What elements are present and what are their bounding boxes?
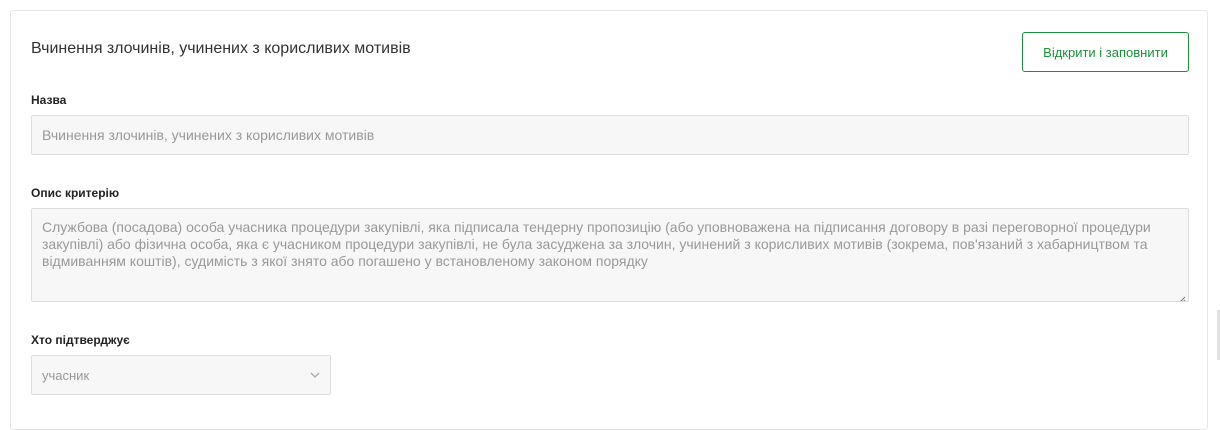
confirmed-by-label: Хто підтверджує	[31, 333, 130, 347]
description-text: Службова (посадова) особа учасника проце…	[42, 219, 1151, 269]
resize-handle-icon[interactable]	[1178, 291, 1186, 301]
name-label: Назва	[31, 93, 67, 107]
confirmed-by-value: учасник	[42, 367, 90, 383]
confirmed-by-select[interactable]: учасник	[31, 355, 331, 395]
description-label: Опис критерію	[31, 186, 120, 200]
name-field[interactable]: Вчинення злочинів, учинених з корисливих…	[31, 115, 1189, 155]
chevron-down-icon	[310, 370, 320, 380]
description-textarea[interactable]: Службова (посадова) особа учасника проце…	[31, 208, 1189, 302]
criterion-title: Вчинення злочинів, учинених з корисливих…	[31, 40, 411, 57]
criterion-card: Вчинення злочинів, учинених з корисливих…	[10, 10, 1208, 430]
open-and-fill-button[interactable]: Відкрити і заповнити	[1022, 32, 1189, 72]
